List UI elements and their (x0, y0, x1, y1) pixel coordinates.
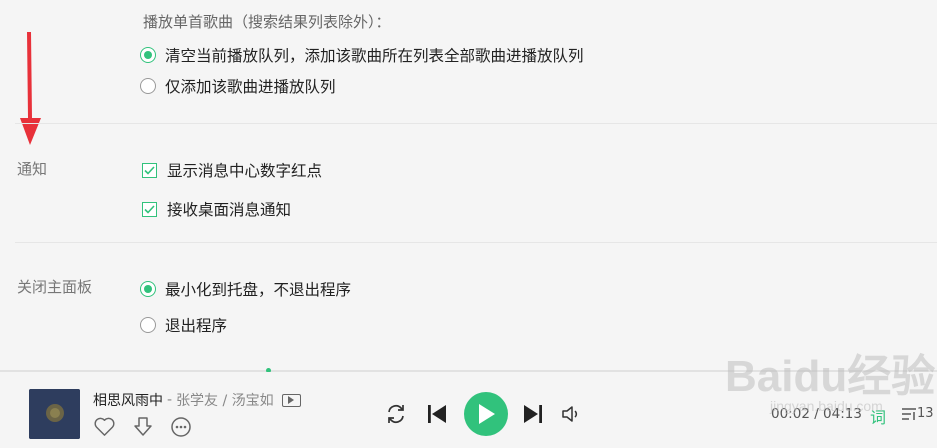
playlist-icon (902, 407, 916, 420)
playmode-option-replace[interactable]: 清空当前播放队列，添加该歌曲所在列表全部歌曲进播放队列 (140, 44, 584, 66)
option-label: 退出程序 (165, 317, 228, 335)
playlist-button[interactable]: 13 (901, 406, 934, 421)
baidu-watermark-url: jingyan.baidu.com (770, 398, 883, 414)
prev-icon[interactable] (426, 403, 448, 425)
heart-icon[interactable] (93, 416, 116, 438)
divider (15, 123, 937, 124)
song-artist[interactable]: 张学友 / 汤宝如 (176, 390, 274, 410)
settings-panel: 播放单首歌曲（搜索结果列表除外）： 清空当前播放队列，添加该歌曲所在列表全部歌曲… (0, 0, 937, 370)
notify-option-desktop[interactable]: 接收桌面消息通知 (140, 198, 291, 220)
repeat-icon[interactable] (384, 403, 408, 425)
divider (15, 242, 937, 243)
song-title[interactable]: 相思风雨中 (93, 390, 163, 410)
playlist-count: 13 (917, 406, 934, 421)
option-label: 最小化到托盘，不退出程序 (165, 281, 352, 299)
play-button[interactable] (464, 392, 508, 436)
album-cover[interactable] (29, 389, 80, 439)
song-info: 相思风雨中 - 张学友 / 汤宝如 (93, 390, 301, 410)
playmode-option-add[interactable]: 仅添加该歌曲进播放队列 (140, 75, 336, 97)
notify-option-badge[interactable]: 显示消息中心数字红点 (140, 159, 322, 181)
checkbox-icon[interactable] (142, 162, 157, 178)
song-actions (93, 416, 192, 438)
notify-label: 通知 (17, 160, 48, 178)
volume-icon[interactable] (560, 403, 582, 425)
red-arrow-icon (20, 32, 41, 145)
close-option-minimize[interactable]: 最小化到托盘，不退出程序 (140, 278, 351, 300)
more-icon[interactable] (170, 416, 192, 438)
playback-controls (384, 392, 582, 436)
option-label: 仅添加该歌曲进播放队列 (165, 78, 336, 96)
radio-icon[interactable] (140, 317, 156, 333)
next-icon[interactable] (522, 403, 544, 425)
radio-icon[interactable] (140, 78, 156, 94)
radio-icon[interactable] (140, 281, 156, 297)
option-label: 显示消息中心数字红点 (167, 162, 323, 180)
radio-icon[interactable] (140, 47, 156, 63)
baidu-watermark: Baidu经验 (725, 352, 936, 401)
song-separator: - (167, 392, 173, 408)
checkbox-icon[interactable] (142, 201, 157, 217)
playmode-title: 播放单首歌曲（搜索结果列表除外）： (143, 13, 391, 31)
mv-icon[interactable] (281, 393, 301, 407)
download-icon[interactable] (132, 416, 154, 438)
option-label: 清空当前播放队列，添加该歌曲所在列表全部歌曲进播放队列 (165, 47, 584, 65)
close-option-exit[interactable]: 退出程序 (140, 314, 227, 336)
play-icon (479, 404, 495, 424)
close-label: 关闭主面板 (17, 278, 93, 296)
option-label: 接收桌面消息通知 (167, 201, 292, 219)
